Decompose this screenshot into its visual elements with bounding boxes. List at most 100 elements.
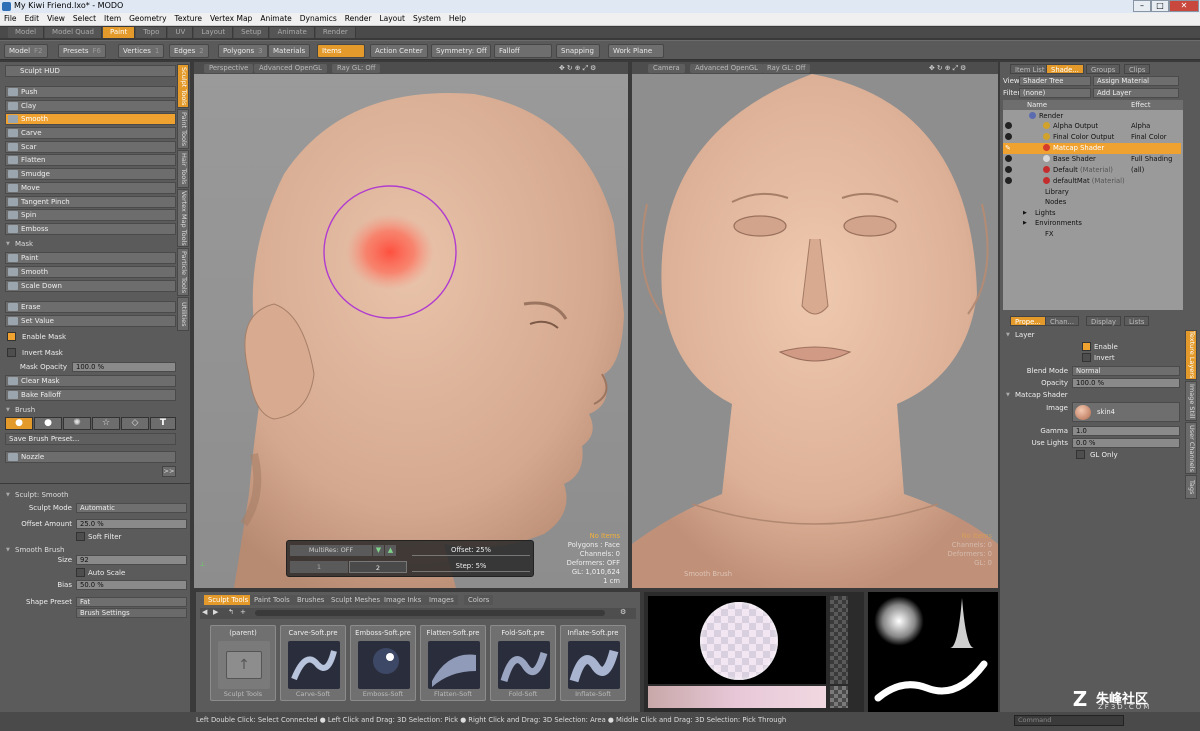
tab-animate[interactable]: Animate <box>270 27 315 38</box>
filter-dropdown[interactable]: (none) <box>1019 88 1091 98</box>
hard-brush-icon[interactable]: ● <box>34 417 62 430</box>
smooth-brush-section[interactable]: Smooth Brush <box>3 545 179 555</box>
tab-clips[interactable]: Clips <box>1124 64 1151 74</box>
color-gradient-bar[interactable] <box>648 686 826 708</box>
procedural-brush-icon[interactable]: ◇ <box>121 417 149 430</box>
menu-system[interactable]: System <box>409 13 445 23</box>
preset-parent[interactable]: (parent) ↑ Sculpt Tools <box>210 625 276 701</box>
size-field[interactable]: 92 <box>76 555 187 565</box>
preset-carve-soft[interactable]: Carve-Soft.pre Carve-Soft <box>280 625 346 701</box>
enable-mask-checkbox[interactable] <box>7 332 16 341</box>
tree-row-final-color-output[interactable]: Final Color Output Final Color <box>1003 132 1181 143</box>
camera-nav-icons[interactable]: ✥ ↻ ⊕ ⤢ ⚙ <box>924 64 971 73</box>
sculpt-smooth-section[interactable]: Sculpt: Smooth <box>3 490 179 500</box>
expand-button[interactable]: >> <box>162 466 176 477</box>
tree-row-lights[interactable]: ▶ Lights <box>1003 208 1181 219</box>
nav-forward-icon[interactable]: ▶ <box>213 608 218 616</box>
tree-row-nodes[interactable]: Nodes <box>1003 197 1181 208</box>
sculpt-hud-button[interactable]: Sculpt HUD <box>5 65 176 77</box>
hud-step-slider[interactable]: Step: 5% <box>412 560 530 572</box>
ptab-sculpt-meshes[interactable]: Sculpt Meshes <box>327 595 385 605</box>
menu-geometry[interactable]: Geometry <box>125 13 170 23</box>
tool-tangent-pinch[interactable]: Tangent Pinch <box>5 196 176 208</box>
tab-uv[interactable]: UV <box>168 27 194 38</box>
materials-button[interactable]: Materials <box>268 44 311 58</box>
save-brush-preset-button[interactable]: Save Brush Preset... <box>5 433 176 445</box>
tab-lists[interactable]: Lists <box>1124 316 1150 326</box>
tool-spin[interactable]: Spin <box>5 209 176 221</box>
opengl-tab[interactable]: Advanced OpenGL <box>254 64 327 73</box>
mask-smooth-button[interactable]: Smooth <box>5 266 176 278</box>
menu-layout[interactable]: Layout <box>375 13 409 23</box>
tool-move[interactable]: Move <box>5 182 176 194</box>
menu-select[interactable]: Select <box>69 13 100 23</box>
perspective-viewport[interactable]: Perspective Advanced OpenGL Ray GL: Off … <box>194 62 628 588</box>
tab-layout[interactable]: Layout <box>194 27 234 38</box>
invert-checkbox[interactable] <box>1082 353 1091 362</box>
model-button[interactable]: Model F2 <box>4 44 48 58</box>
multires-up-icon[interactable]: ▲ <box>385 545 396 556</box>
text-brush-icon[interactable]: T <box>150 417 176 430</box>
use-lights-field[interactable]: 0.0 % <box>1072 438 1180 448</box>
expand-arrow-icon[interactable]: ▶ <box>1023 208 1027 218</box>
tree-row-alpha-output[interactable]: Alpha Output Alpha <box>1003 121 1181 132</box>
mask-set-value-button[interactable]: Set Value <box>5 315 176 327</box>
tab-shader-tree[interactable]: Shade... <box>1046 64 1084 74</box>
layer-section[interactable]: Layer <box>1003 330 1179 340</box>
vtab-sculpt-tools[interactable]: Sculpt Tools <box>177 64 189 108</box>
nav-back-icon[interactable]: ◀ <box>202 608 207 616</box>
presets-button[interactable]: Presets F6 <box>58 44 106 58</box>
matcap-section[interactable]: Matcap Shader <box>1003 390 1179 400</box>
perspective-tab[interactable]: Perspective <box>204 64 254 73</box>
tree-row-base-shader[interactable]: Base Shader Full Shading <box>1003 154 1181 165</box>
nav-add-icon[interactable]: + <box>240 608 246 616</box>
menu-edit[interactable]: Edit <box>21 13 44 23</box>
tree-row-environments[interactable]: ▶ Environments <box>1003 218 1181 229</box>
menu-view[interactable]: View <box>43 13 69 23</box>
ptab-brushes[interactable]: Brushes <box>293 595 329 605</box>
menu-render[interactable]: Render <box>341 13 376 23</box>
tool-scar[interactable]: Scar <box>5 141 176 153</box>
menu-item[interactable]: Item <box>100 13 125 23</box>
tree-row-matcap-shader[interactable]: ✎ Matcap Shader <box>1003 143 1181 154</box>
brush-section-header[interactable]: Brush <box>3 405 179 415</box>
tab-channels[interactable]: Chan... <box>1045 316 1080 326</box>
value-strip[interactable] <box>830 596 848 684</box>
tab-render[interactable]: Render <box>315 27 356 38</box>
tree-row-library[interactable]: Library <box>1003 187 1181 198</box>
close-button[interactable]: ✕ <box>1169 0 1199 12</box>
add-layer-button[interactable]: Add Layer <box>1093 88 1179 98</box>
side-tab-user-channels[interactable]: User Channels <box>1185 422 1197 474</box>
tool-smooth[interactable]: Smooth <box>5 113 176 125</box>
menu-animate[interactable]: Animate <box>256 13 295 23</box>
viewport-nav-icons[interactable]: ✥ ↻ ⊕ ⤢ ⚙ <box>554 64 601 73</box>
mask-erase-button[interactable]: Erase <box>5 301 176 313</box>
gamma-field[interactable]: 1.0 <box>1072 426 1180 436</box>
action-center-dropdown[interactable]: Action Center <box>370 44 428 58</box>
preset-fold-soft[interactable]: Fold-Soft.pre Fold-Soft <box>490 625 556 701</box>
auto-scale-checkbox[interactable] <box>76 568 85 577</box>
tool-emboss[interactable]: Emboss <box>5 223 176 235</box>
invert-mask-checkbox[interactable] <box>7 348 16 357</box>
menu-texture[interactable]: Texture <box>171 13 206 23</box>
bake-falloff-button[interactable]: Bake Falloff <box>5 389 176 401</box>
color-picker[interactable] <box>644 592 864 712</box>
maximize-button[interactable]: □ <box>1151 0 1169 12</box>
camera-raygl-tab[interactable]: Ray GL: Off <box>762 64 811 73</box>
tab-setup[interactable]: Setup <box>234 27 270 38</box>
preset-inflate-soft[interactable]: Inflate-Soft.pre Inflate-Soft <box>560 625 626 701</box>
preset-emboss-soft[interactable]: Emboss-Soft.pre Emboss-Soft <box>350 625 416 701</box>
side-tab-tags[interactable]: Tags <box>1185 475 1197 499</box>
side-tab-texture-layers[interactable]: Texture Layers <box>1185 330 1197 380</box>
tool-push[interactable]: Push <box>5 86 176 98</box>
image-picker[interactable]: skin4 <box>1072 402 1180 422</box>
snapping-button[interactable]: Snapping <box>556 44 600 58</box>
raygl-tab[interactable]: Ray GL: Off <box>332 64 381 73</box>
expand-arrow-icon[interactable]: ▶ <box>1023 218 1027 228</box>
multires-level-2[interactable]: 2 <box>349 561 407 573</box>
camera-opengl-tab[interactable]: Advanced OpenGL <box>690 64 763 73</box>
tab-topo[interactable]: Topo <box>136 27 168 38</box>
column-effect[interactable]: Effect <box>1131 101 1151 109</box>
vtab-hair-tools[interactable]: Hair Tools <box>177 150 189 188</box>
nav-up-icon[interactable]: ↰ <box>228 608 234 616</box>
